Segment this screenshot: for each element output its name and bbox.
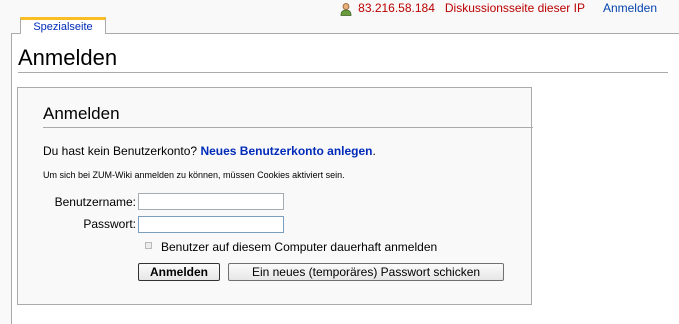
tab-special-page[interactable]: Spezialseite	[20, 17, 106, 34]
password-label: Passwort:	[83, 217, 136, 231]
ip-address-link[interactable]: 83.216.58.184	[358, 1, 435, 15]
cookie-note: Um sich bei ZUM-Wiki anmelden zu können,…	[43, 170, 345, 180]
password-field[interactable]	[138, 216, 284, 233]
send-temp-password-button[interactable]: Ein neues (temporäres) Passwort schicken	[228, 263, 504, 281]
personal-toolbar: 83.216.58.184 Diskussionsseite dieser IP…	[340, 0, 679, 16]
remember-me-checkbox[interactable]	[145, 242, 152, 249]
login-box-title: Anmelden	[43, 104, 533, 128]
create-account-link[interactable]: Neues Benutzerkonto anlegen	[200, 144, 372, 158]
user-icon	[340, 2, 352, 16]
username-label: Benutzername:	[54, 195, 136, 209]
login-button[interactable]: Anmelden	[138, 263, 220, 281]
ip-talk-page-link[interactable]: Diskussionsseite dieser IP	[445, 1, 585, 15]
remember-me-label[interactable]: Benutzer auf diesem Computer dauerhaft a…	[161, 240, 437, 254]
page-title: Anmelden	[18, 46, 668, 73]
no-account-text: Du hast kein Benutzerkonto?	[43, 144, 198, 158]
login-link[interactable]: Anmelden	[603, 1, 657, 15]
login-box: Anmelden Du hast kein Benutzerkonto? Neu…	[17, 87, 533, 305]
content-area: Anmelden Anmelden Du hast kein Benutzerk…	[11, 33, 679, 324]
no-account-notice: Du hast kein Benutzerkonto? Neues Benutz…	[43, 144, 376, 158]
no-account-period: .	[372, 144, 376, 158]
username-field[interactable]	[138, 193, 284, 210]
